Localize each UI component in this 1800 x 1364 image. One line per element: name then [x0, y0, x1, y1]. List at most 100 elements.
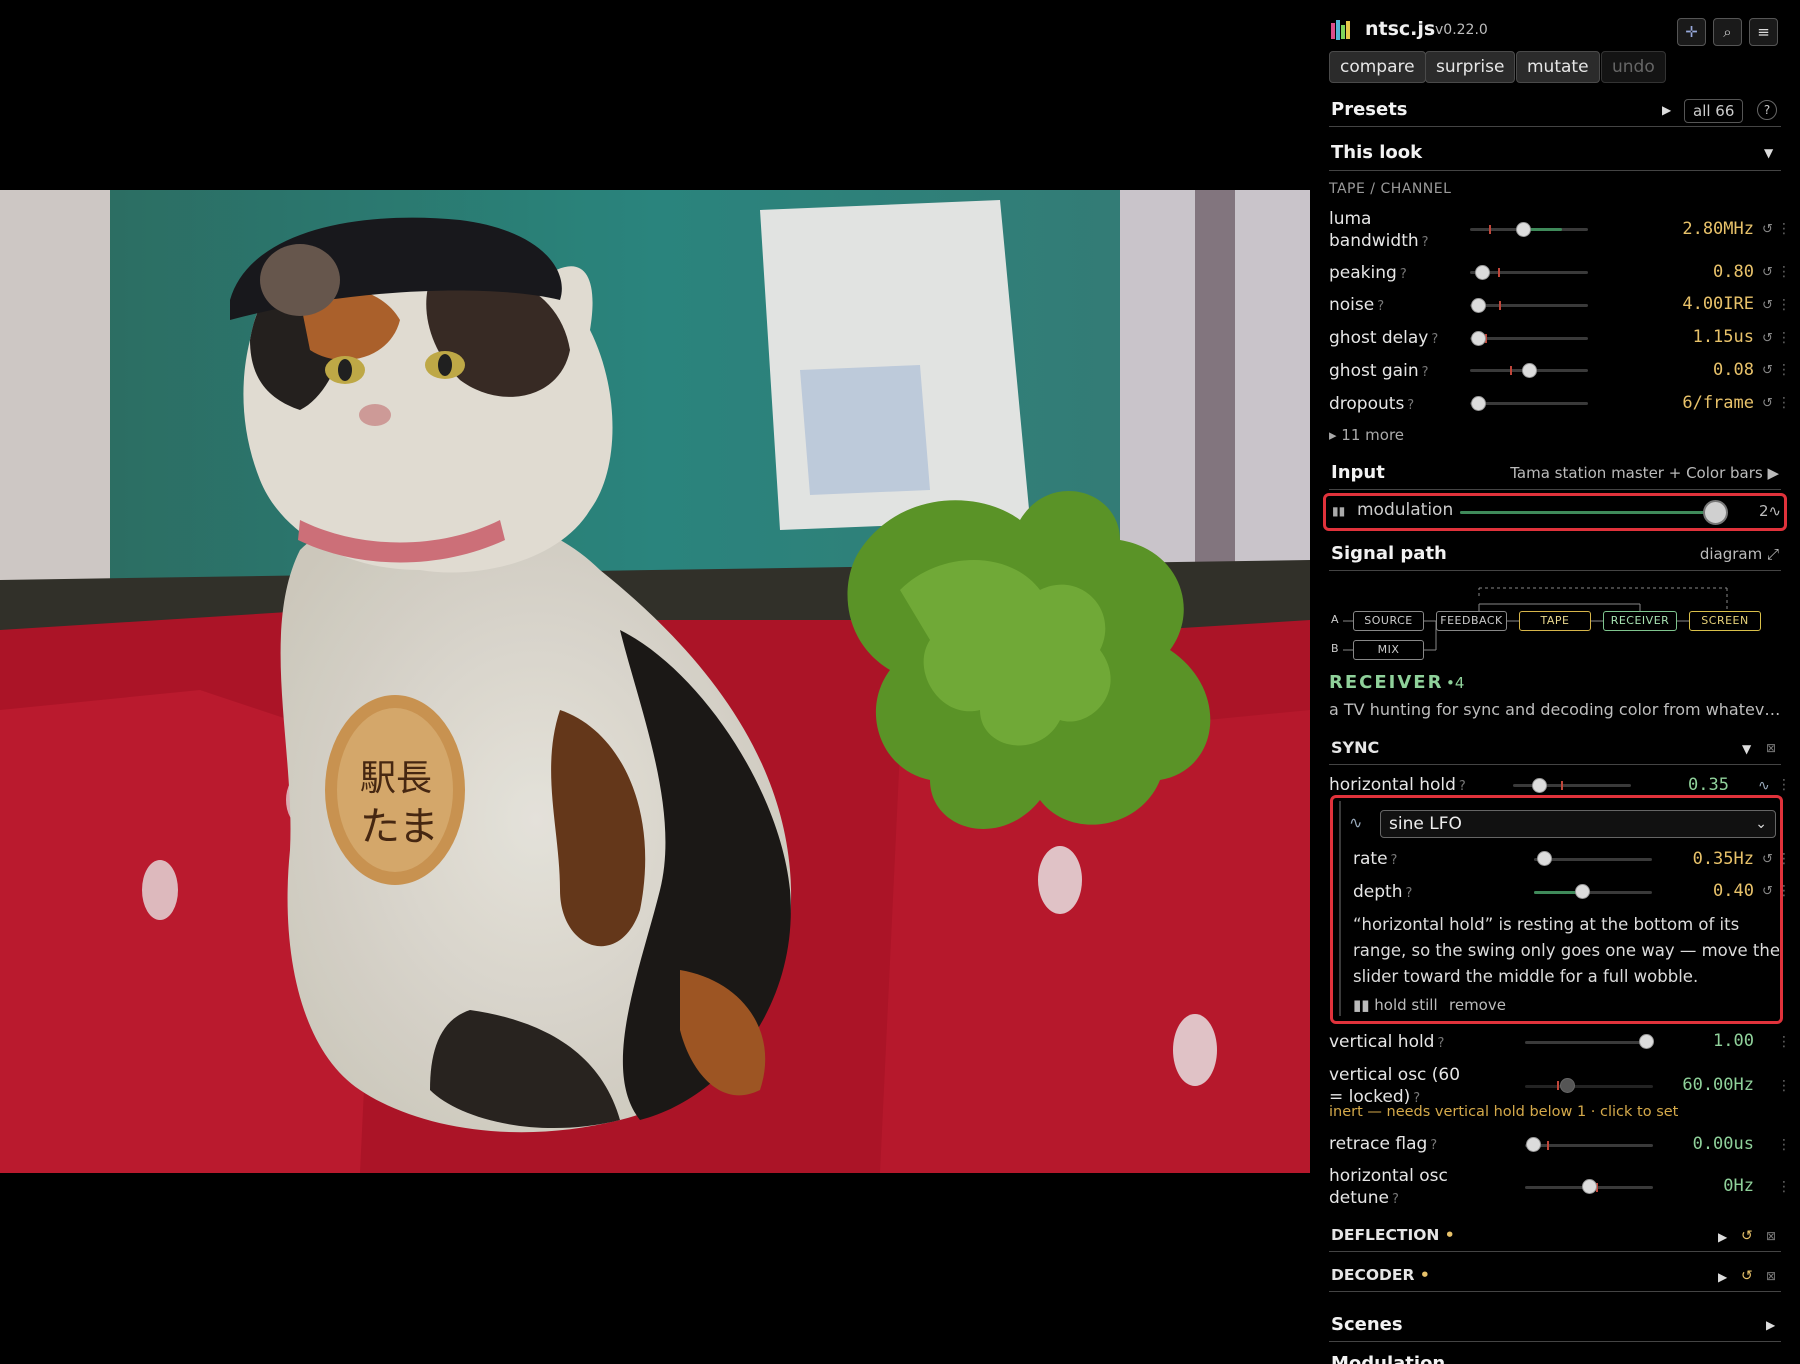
more-icon[interactable]: ⋮ — [1777, 264, 1791, 280]
node-receiver[interactable]: RECEIVER — [1603, 611, 1677, 631]
slider-knob[interactable] — [1575, 884, 1590, 899]
luma-bandwidth-value[interactable]: 2.80MHz — [1617, 219, 1754, 239]
help-icon[interactable]: ? — [1422, 365, 1429, 380]
slider-knob[interactable] — [1516, 222, 1531, 237]
compare-button[interactable]: compare — [1329, 51, 1426, 83]
undo-button[interactable]: undo — [1601, 51, 1666, 83]
horizontal-osc-detune-value[interactable]: 0Hz — [1637, 1176, 1754, 1196]
scenes-title[interactable]: Scenes — [1331, 1314, 1403, 1335]
more-icon[interactable]: ⋮ — [1777, 883, 1791, 899]
wave-icon[interactable]: ∿ — [1758, 778, 1770, 794]
peaking-value[interactable]: 0.80 — [1617, 262, 1754, 282]
node-feedback[interactable]: FEEDBACK — [1436, 611, 1507, 631]
help-icon[interactable]: ? — [1392, 1192, 1399, 1207]
expand-icon[interactable]: ▶ — [1766, 1318, 1775, 1332]
help-icon[interactable]: ? — [1431, 332, 1438, 347]
hold-still-button[interactable]: ▮▮ hold still — [1353, 996, 1438, 1014]
dropouts-slider[interactable] — [1470, 402, 1588, 405]
noise-slider[interactable] — [1470, 304, 1588, 307]
help-icon[interactable]: ? — [1400, 267, 1407, 282]
crosshair-button[interactable]: ✛ — [1677, 18, 1706, 46]
lfo-type-select[interactable]: sine LFO ⌄ — [1380, 810, 1776, 838]
search-button[interactable]: ⌕ — [1713, 18, 1742, 46]
lfo-depth-value[interactable]: 0.40 — [1637, 881, 1754, 901]
slider-knob[interactable] — [1537, 851, 1552, 866]
pause-icon[interactable]: ▮▮ — [1332, 504, 1345, 518]
more-icon[interactable]: ⋮ — [1777, 777, 1791, 793]
slider-knob[interactable] — [1475, 265, 1490, 280]
slider-knob[interactable] — [1703, 500, 1728, 525]
reset-icon[interactable]: ↺ — [1762, 884, 1773, 899]
collapse-box-icon[interactable]: ⊠ — [1766, 1229, 1776, 1243]
slider-knob[interactable] — [1560, 1078, 1575, 1093]
more-icon[interactable]: ⋮ — [1777, 1034, 1791, 1050]
reset-icon[interactable]: ↺ — [1762, 222, 1773, 237]
slider-knob[interactable] — [1526, 1137, 1541, 1152]
more-icon[interactable]: ⋮ — [1777, 221, 1791, 237]
decoder-title[interactable]: DECODER • — [1331, 1266, 1430, 1284]
slider-knob[interactable] — [1471, 298, 1486, 313]
input-source-link[interactable]: Tama station master + Color bars ▶ — [1485, 464, 1779, 482]
retrace-flag-value[interactable]: 0.00us — [1637, 1134, 1754, 1154]
reset-icon[interactable]: ↺ — [1762, 363, 1773, 378]
reset-icon[interactable]: ↺ — [1762, 331, 1773, 346]
lfo-rate-value[interactable]: 0.35Hz — [1637, 849, 1754, 869]
mutate-button[interactable]: mutate — [1516, 51, 1600, 83]
help-icon[interactable]: ? — [1405, 886, 1412, 901]
reset-icon[interactable]: ↺ — [1762, 265, 1773, 280]
node-source[interactable]: SOURCE — [1353, 611, 1424, 631]
vertical-hold-slider[interactable] — [1525, 1041, 1653, 1044]
horizontal-hold-slider[interactable] — [1513, 784, 1631, 787]
dropouts-value[interactable]: 6/frame — [1617, 393, 1754, 413]
reset-icon[interactable]: ↺ — [1741, 1228, 1753, 1244]
collapse-box-icon[interactable]: ⊠ — [1766, 741, 1776, 755]
more-icon[interactable]: ⋮ — [1777, 330, 1791, 346]
reset-icon[interactable]: ↺ — [1741, 1268, 1753, 1284]
remove-lfo-button[interactable]: remove — [1449, 996, 1506, 1014]
modulation-section-title[interactable]: Modulation — [1331, 1353, 1445, 1364]
chevron-down-icon[interactable]: ▼ — [1742, 742, 1751, 756]
presets-help-button[interactable]: ? — [1757, 100, 1777, 120]
more-icon[interactable]: ⋮ — [1777, 851, 1791, 867]
reset-icon[interactable]: ↺ — [1762, 852, 1773, 867]
expand-icon[interactable]: ▶ — [1718, 1270, 1727, 1284]
help-icon[interactable]: ? — [1437, 1036, 1444, 1051]
help-icon[interactable]: ? — [1430, 1138, 1437, 1153]
more-icon[interactable]: ⋮ — [1777, 1137, 1791, 1153]
vertical-osc-value[interactable]: 60.00Hz — [1637, 1075, 1754, 1095]
menu-button[interactable]: ≡ — [1749, 18, 1778, 46]
deflection-title[interactable]: DEFLECTION • — [1331, 1226, 1455, 1244]
more-icon[interactable]: ⋮ — [1777, 1078, 1791, 1094]
help-icon[interactable]: ? — [1459, 779, 1466, 794]
reset-icon[interactable]: ↺ — [1762, 396, 1773, 411]
inert-note-link[interactable]: inert — needs vertical hold below 1 · cl… — [1329, 1104, 1678, 1120]
more-icon[interactable]: ⋮ — [1777, 362, 1791, 378]
help-icon[interactable]: ? — [1422, 235, 1429, 250]
expand-icon[interactable]: ▶ — [1718, 1230, 1727, 1244]
horizontal-hold-value[interactable]: 0.35 — [1637, 775, 1729, 795]
presets-all-button[interactable]: all 66 — [1684, 99, 1744, 123]
ghost-delay-slider[interactable] — [1470, 337, 1588, 340]
more-icon[interactable]: ⋮ — [1777, 1179, 1791, 1195]
chevron-down-icon[interactable]: ▼ — [1764, 146, 1773, 160]
help-icon[interactable]: ? — [1407, 398, 1414, 413]
presets-expand-icon[interactable]: ▶ — [1662, 103, 1671, 117]
diagram-link[interactable]: diagram ⤢ — [1647, 545, 1779, 563]
help-icon[interactable]: ? — [1377, 299, 1384, 314]
help-icon[interactable]: ? — [1391, 853, 1398, 868]
node-screen[interactable]: SCREEN — [1689, 611, 1761, 631]
collapse-box-icon[interactable]: ⊠ — [1766, 1269, 1776, 1283]
ghost-gain-value[interactable]: 0.08 — [1617, 360, 1754, 380]
vertical-hold-value[interactable]: 1.00 — [1637, 1031, 1754, 1051]
slider-knob[interactable] — [1471, 396, 1486, 411]
reset-icon[interactable]: ↺ — [1762, 298, 1773, 313]
slider-knob[interactable] — [1522, 363, 1537, 378]
node-mix[interactable]: MIX — [1353, 640, 1424, 660]
ghost-delay-value[interactable]: 1.15us — [1617, 327, 1754, 347]
more-icon[interactable]: ⋮ — [1777, 297, 1791, 313]
node-tape[interactable]: TAPE — [1519, 611, 1591, 631]
more-icon[interactable]: ⋮ — [1777, 395, 1791, 411]
slider-knob[interactable] — [1532, 778, 1547, 793]
retrace-flag-slider[interactable] — [1525, 1144, 1653, 1147]
slider-knob[interactable] — [1582, 1179, 1597, 1194]
